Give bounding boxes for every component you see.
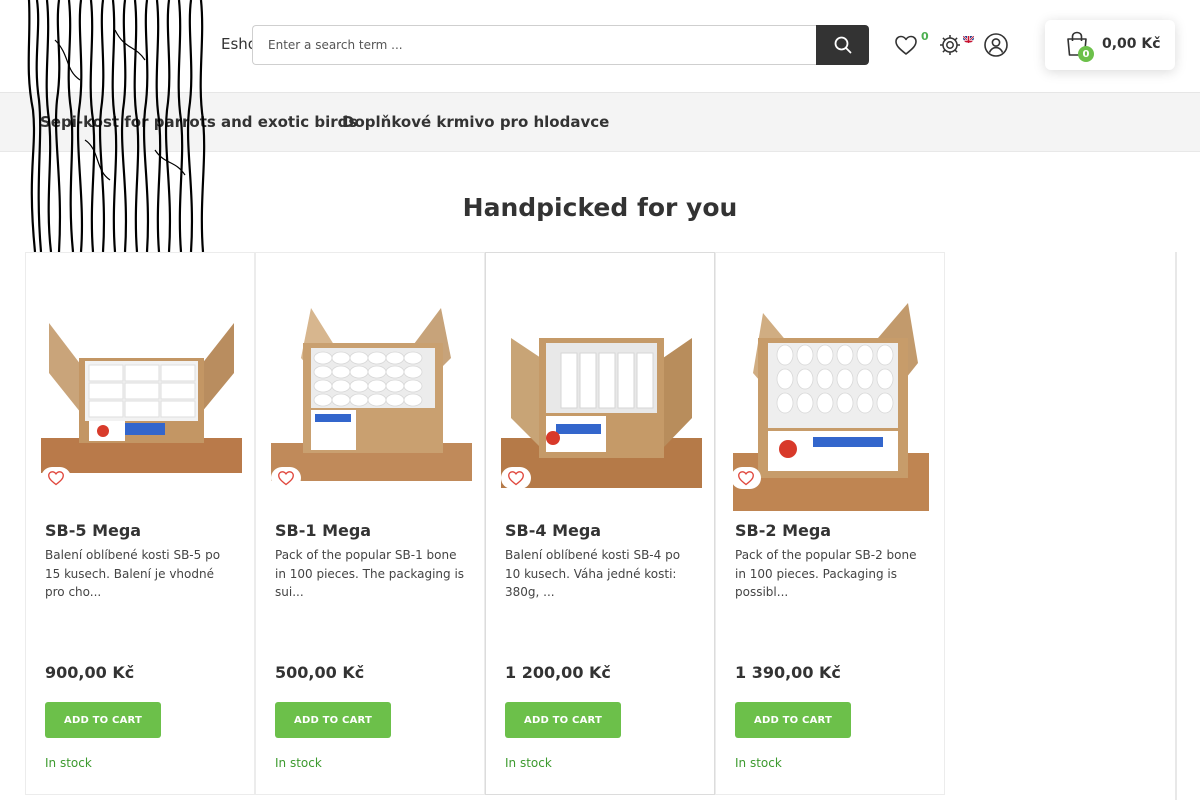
cart-total: 0,00 Kč bbox=[1102, 36, 1161, 52]
product-description: Pack of the popular SB-1 bone in 100 pie… bbox=[275, 548, 465, 599]
add-to-wishlist-button[interactable] bbox=[271, 467, 301, 489]
product-price: 500,00 Kč bbox=[275, 663, 365, 682]
product-price: 1 390,00 Kč bbox=[735, 663, 841, 682]
stock-status: In stock bbox=[505, 756, 552, 770]
wishlist-count-badge: 0 bbox=[921, 30, 929, 43]
carousel-edge bbox=[1175, 252, 1181, 800]
site-logo[interactable] bbox=[25, 0, 209, 252]
heart-icon bbox=[895, 35, 917, 55]
product-image[interactable] bbox=[501, 298, 702, 488]
search-bar bbox=[252, 25, 869, 65]
product-description: Balení oblíbené kosti SB-5 po 15 kusech.… bbox=[45, 548, 221, 599]
product-description: Balení oblíbené kosti SB-4 po 10 kusech.… bbox=[505, 548, 681, 599]
product-name[interactable]: SB-5 Mega bbox=[45, 521, 141, 540]
stock-status: In stock bbox=[275, 756, 322, 770]
wishlist-button[interactable] bbox=[891, 30, 921, 60]
uk-flag-icon[interactable] bbox=[963, 32, 974, 43]
search-button[interactable] bbox=[816, 25, 869, 65]
cart-count-badge: 0 bbox=[1078, 46, 1094, 62]
product-name[interactable]: SB-1 Mega bbox=[275, 521, 371, 540]
add-to-cart-button[interactable]: ADD TO CART bbox=[275, 702, 391, 738]
product-card[interactable]: SB-4 Mega Balení oblíbené kosti SB-4 po … bbox=[485, 252, 715, 795]
product-card[interactable]: SB-1 Mega Pack of the popular SB-1 bone … bbox=[255, 252, 485, 795]
cart-button[interactable]: 0 0,00 Kč bbox=[1045, 20, 1175, 70]
user-icon bbox=[984, 33, 1008, 57]
heart-outline-icon bbox=[738, 471, 754, 486]
product-card[interactable]: SB-5 Mega Balení oblíbené kosti SB-5 po … bbox=[25, 252, 255, 795]
search-input[interactable] bbox=[252, 25, 816, 65]
stock-status: In stock bbox=[735, 756, 782, 770]
add-to-wishlist-button[interactable] bbox=[501, 467, 531, 489]
product-name[interactable]: SB-2 Mega bbox=[735, 521, 831, 540]
add-to-cart-button[interactable]: ADD TO CART bbox=[45, 702, 161, 738]
product-name[interactable]: SB-4 Mega bbox=[505, 521, 601, 540]
account-button[interactable] bbox=[981, 30, 1011, 60]
product-price: 1 200,00 Kč bbox=[505, 663, 611, 682]
heart-outline-icon bbox=[48, 471, 64, 486]
add-to-wishlist-button[interactable] bbox=[41, 467, 71, 489]
nav-item-rodent-feed[interactable]: Doplňkové krmivo pro hlodavce bbox=[342, 113, 609, 131]
product-card[interactable]: SB-2 Mega Pack of the popular SB-2 bone … bbox=[715, 252, 945, 795]
product-price: 900,00 Kč bbox=[45, 663, 135, 682]
gear-icon bbox=[940, 35, 960, 55]
add-to-cart-button[interactable]: ADD TO CART bbox=[505, 702, 621, 738]
product-image[interactable] bbox=[271, 298, 472, 481]
stock-status: In stock bbox=[45, 756, 92, 770]
add-to-cart-button[interactable]: ADD TO CART bbox=[735, 702, 851, 738]
add-to-wishlist-button[interactable] bbox=[731, 467, 761, 489]
product-description: Pack of the popular SB-2 bone in 100 pie… bbox=[735, 548, 917, 599]
product-image[interactable] bbox=[41, 303, 242, 473]
product-image[interactable] bbox=[733, 303, 929, 511]
search-icon bbox=[834, 36, 851, 54]
settings-button[interactable] bbox=[935, 30, 965, 60]
heart-outline-icon bbox=[508, 471, 524, 486]
heart-outline-icon bbox=[278, 471, 294, 486]
